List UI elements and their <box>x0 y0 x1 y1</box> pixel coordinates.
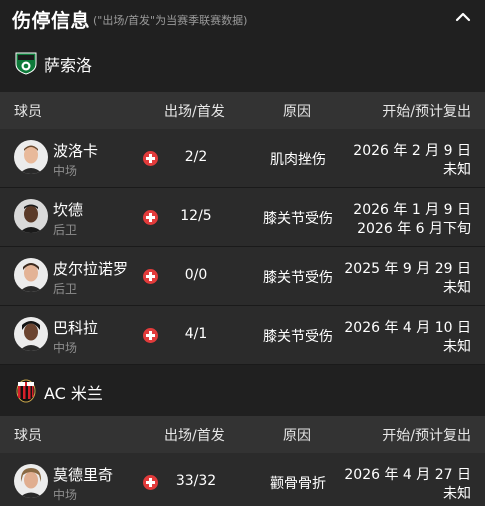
col-player: 球员 <box>14 428 42 444</box>
injury-start-date: 2026 年 2 月 9 日 <box>353 143 471 159</box>
table-row[interactable]: 皮尔拉诺罗 后卫 0/0 膝关节受伤 2025 年 9 月 29 日 未知 <box>0 247 485 306</box>
avatar <box>14 258 48 292</box>
sassuolo-crest-icon <box>15 52 37 75</box>
col-dates: 开始/预计复出 <box>382 104 471 120</box>
injury-reason: 肌肉挫伤 <box>270 152 326 168</box>
player-position: 后卫 <box>53 282 78 296</box>
apps-value: 0/0 <box>184 267 208 283</box>
table-row[interactable]: 巴科拉 中场 4/1 膝关节受伤 2026 年 4 月 10 日 未知 <box>0 306 485 365</box>
injury-reason: 膝关节受伤 <box>263 270 333 286</box>
chevron-up-icon[interactable] <box>453 7 473 27</box>
player-position: 后卫 <box>53 223 78 237</box>
expected-return: 2026 年 6 月下旬 <box>357 221 471 237</box>
table-row[interactable]: 波洛卡 中场 2/2 肌肉挫伤 2026 年 2 月 9 日 未知 <box>0 129 485 188</box>
injury-start-date: 2026 年 4 月 10 日 <box>344 320 471 336</box>
player-name: 巴科拉 <box>53 319 99 337</box>
apps-value: 2/2 <box>184 149 208 165</box>
injury-start-date: 2026 年 4 月 27 日 <box>344 467 471 483</box>
panel-title: 伤停信息 <box>12 10 91 32</box>
col-apps: 出场/首发 <box>164 104 225 120</box>
player-position: 中场 <box>53 488 78 502</box>
injury-reason: 颧骨骨折 <box>270 476 326 492</box>
table-header: 球员 出场/首发 原因 开始/预计复出 <box>0 416 485 453</box>
col-player: 球员 <box>14 104 42 120</box>
injury-panel: 伤停信息 ("出场/首发"为当赛季联赛数据) 萨索洛 球员 出场/首发 原因 开… <box>0 0 485 506</box>
avatar <box>14 140 48 174</box>
expected-return: 未知 <box>443 162 471 178</box>
injury-reason: 膝关节受伤 <box>263 211 333 227</box>
injury-start-date: 2025 年 9 月 29 日 <box>344 261 471 277</box>
injury-icon <box>143 475 158 490</box>
player-position: 中场 <box>53 164 78 178</box>
injury-start-date: 2026 年 1 月 9 日 <box>353 202 471 218</box>
panel-header: 伤停信息 ("出场/首发"为当赛季联赛数据) <box>0 0 485 34</box>
player-name: 坎德 <box>53 201 84 219</box>
table-header: 球员 出场/首发 原因 开始/预计复出 <box>0 92 485 129</box>
team-name: AC 米兰 <box>44 384 103 403</box>
table-row[interactable]: 坎德 后卫 12/5 膝关节受伤 2026 年 1 月 9 日 2026 年 6… <box>0 188 485 247</box>
team-header-ac-milan[interactable]: AC 米兰 <box>0 365 485 416</box>
injury-icon <box>143 269 158 284</box>
col-reason: 原因 <box>283 104 311 120</box>
expected-return: 未知 <box>443 339 471 355</box>
expected-return: 未知 <box>443 486 471 502</box>
ac-milan-crest-icon <box>16 379 36 403</box>
avatar <box>14 464 48 498</box>
injury-icon <box>143 151 158 166</box>
table-row[interactable]: 莫德里奇 中场 33/32 颧骨骨折 2026 年 4 月 27 日 未知 <box>0 453 485 506</box>
injury-reason: 膝关节受伤 <box>263 329 333 345</box>
col-apps: 出场/首发 <box>164 428 225 444</box>
panel-subtitle: ("出场/首发"为当赛季联赛数据) <box>93 14 248 27</box>
apps-value: 12/5 <box>180 208 212 224</box>
col-dates: 开始/预计复出 <box>382 428 471 444</box>
avatar <box>14 317 48 351</box>
expected-return: 未知 <box>443 280 471 296</box>
player-name: 莫德里奇 <box>53 466 114 484</box>
player-name: 波洛卡 <box>53 142 99 160</box>
team-name: 萨索洛 <box>44 56 93 75</box>
apps-value: 4/1 <box>184 326 208 342</box>
apps-value: 33/32 <box>175 473 217 489</box>
team-header-sassuolo[interactable]: 萨索洛 <box>0 34 485 92</box>
injury-icon <box>143 210 158 225</box>
avatar <box>14 199 48 233</box>
col-reason: 原因 <box>283 428 311 444</box>
injury-icon <box>143 328 158 343</box>
player-name: 皮尔拉诺罗 <box>53 260 129 278</box>
player-position: 中场 <box>53 341 78 355</box>
